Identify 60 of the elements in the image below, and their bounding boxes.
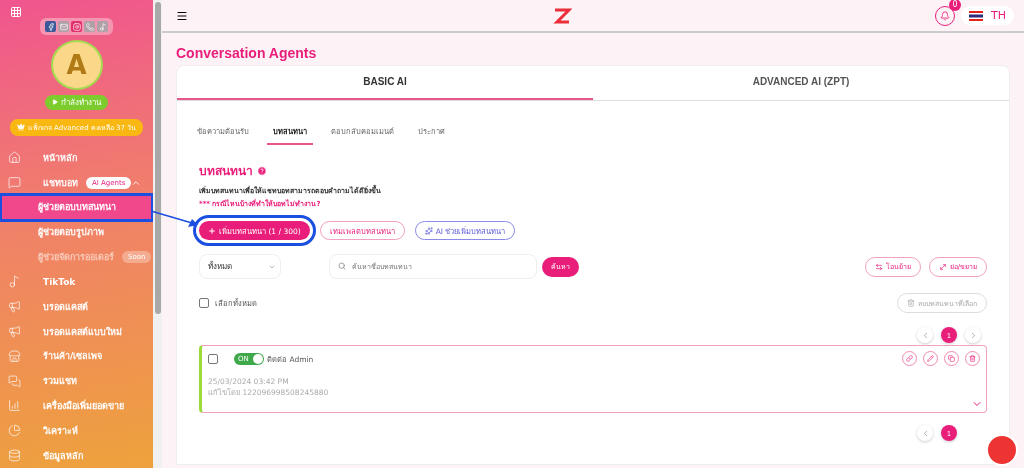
previous-page-button[interactable]	[917, 425, 933, 441]
avatar: A	[50, 40, 103, 90]
section-title: บทสนทนา	[199, 163, 253, 180]
pencil-icon	[927, 355, 934, 362]
checkbox[interactable]	[208, 353, 218, 364]
whatsapp-icon[interactable]	[84, 21, 95, 32]
edit-button[interactable]	[923, 351, 938, 366]
chats-icon	[8, 374, 21, 388]
language-selector[interactable]: TH	[961, 6, 1014, 25]
trash-icon	[907, 299, 915, 307]
notification-count: 0	[949, 0, 961, 11]
pie-chart-icon	[8, 424, 21, 438]
swap-arrows-icon	[874, 262, 883, 271]
category-dropdown[interactable]: ทั้งหมด	[199, 254, 281, 279]
instagram-icon[interactable]	[71, 21, 82, 32]
home-icon	[8, 151, 21, 165]
sidebar-item[interactable]: TikTok	[0, 269, 153, 295]
music-note-icon	[8, 275, 21, 289]
store-icon	[8, 349, 21, 363]
copy-icon	[948, 355, 955, 362]
copy-button[interactable]	[944, 351, 959, 366]
next-page-button[interactable]	[965, 327, 981, 343]
sparkles-icon	[424, 226, 433, 235]
sidebar-item[interactable]: ร้านค้า/เซลเพจ	[0, 343, 153, 369]
link-button[interactable]	[902, 351, 917, 366]
sidebar-item[interactable]: บรอดแคสต์แบบใหม่	[0, 319, 153, 344]
sidebar-subitem[interactable]: ผู้ช่วยตอบบทสนทนา	[2, 195, 151, 219]
tiktok-icon[interactable]	[97, 21, 108, 32]
sidebar-item[interactable]: หน้าหลัก	[0, 145, 153, 171]
chat-icon	[8, 176, 21, 189]
status-badge: กำลังทำงาน	[45, 94, 108, 110]
sidebar-item[interactable]: รวมแชท	[0, 368, 153, 394]
annotation-arrow	[150, 210, 200, 230]
sidebar-item[interactable]: บรอดแคสต์	[0, 294, 153, 320]
checkbox[interactable]	[199, 298, 209, 308]
bar-chart-icon	[8, 399, 21, 413]
megaphone-icon	[8, 300, 21, 314]
link-icon	[906, 355, 913, 362]
bell-icon	[940, 10, 950, 21]
sidebar-item[interactable]: ข้อมูลหลัก	[0, 443, 153, 468]
sidebar-item[interactable]: เครื่องมือเพิ่มยอดขาย	[0, 393, 153, 419]
messages-icon[interactable]	[58, 21, 69, 32]
flag-icon	[969, 10, 983, 21]
megaphone-icon	[8, 325, 21, 339]
sidebar-subitem[interactable]: ผู้ช่วยตอบรูปภาพ	[2, 220, 151, 244]
sidebar-item[interactable]: วิเคราะห์	[0, 418, 153, 444]
apps-icon[interactable]	[10, 6, 22, 18]
menu-icon[interactable]	[176, 9, 188, 22]
plus-icon	[208, 226, 216, 235]
page-title: Conversation Agents	[176, 45, 318, 61]
facebook-icon[interactable]	[45, 21, 56, 32]
diagonal-arrows-icon	[938, 262, 947, 271]
search-icon	[338, 262, 346, 270]
tab[interactable]: ADVANCED AI (ZPT)	[593, 66, 1009, 100]
previous-page-button[interactable]	[917, 327, 933, 343]
help-icon[interactable]	[257, 165, 267, 176]
tab[interactable]: BASIC AI	[177, 66, 593, 100]
trash-icon	[969, 355, 976, 362]
database-icon	[8, 449, 21, 463]
delete-button[interactable]	[965, 351, 980, 366]
